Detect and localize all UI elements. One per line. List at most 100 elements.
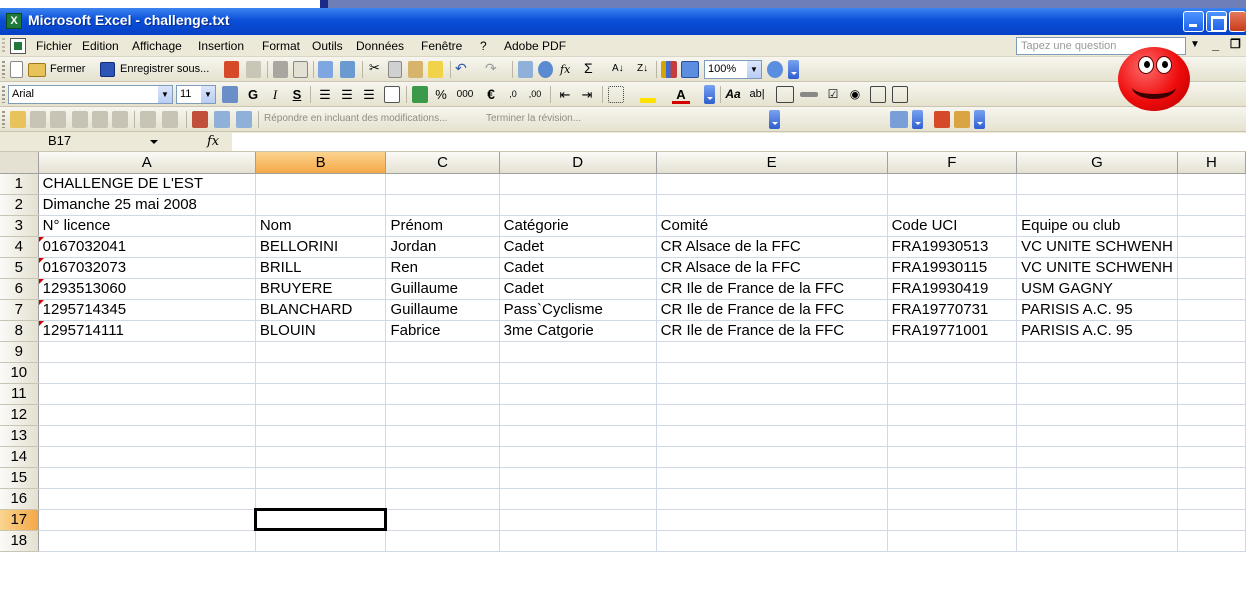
cell-h12[interactable] xyxy=(1177,404,1246,426)
row-header[interactable]: 5 xyxy=(0,257,39,279)
cell-b11[interactable] xyxy=(255,383,387,405)
accept-changes-icon[interactable] xyxy=(162,111,178,128)
cell-g10[interactable] xyxy=(1016,362,1178,384)
cell-f9[interactable] xyxy=(887,341,1018,363)
cell-c3[interactable]: Prénom xyxy=(385,215,500,237)
cell-d16[interactable] xyxy=(499,488,657,510)
bold-button[interactable]: G xyxy=(244,86,262,103)
cell-h15[interactable] xyxy=(1177,467,1246,489)
form-checkbox-icon[interactable]: ☑ xyxy=(824,86,842,103)
cell-h6[interactable] xyxy=(1177,278,1246,300)
toolbar-options-icon[interactable] xyxy=(788,60,799,79)
row-header[interactable]: 8 xyxy=(0,320,39,342)
cell-d1[interactable] xyxy=(499,173,657,195)
cell-g12[interactable] xyxy=(1016,404,1178,426)
menu-fichier[interactable]: Fichier xyxy=(36,39,72,53)
minimize-icon[interactable] xyxy=(1183,11,1204,32)
cell-c2[interactable] xyxy=(385,194,500,216)
cell-g14[interactable] xyxy=(1016,446,1178,468)
cell-d17[interactable] xyxy=(499,509,657,531)
cell-b2[interactable] xyxy=(255,194,387,216)
row-header[interactable]: 17 xyxy=(0,509,39,531)
align-left-icon[interactable]: ☰ xyxy=(316,86,334,103)
cell-a17[interactable] xyxy=(38,509,256,531)
cell-c8[interactable]: Fabrice xyxy=(385,320,500,342)
cell-e1[interactable] xyxy=(656,173,888,195)
cell-e13[interactable] xyxy=(656,425,888,447)
workbook-minimize-icon[interactable]: _ xyxy=(1212,37,1219,52)
cell-h8[interactable] xyxy=(1177,320,1246,342)
web-icon[interactable] xyxy=(538,61,553,78)
close-icon[interactable] xyxy=(1229,11,1246,32)
new-comment-icon[interactable] xyxy=(10,111,26,128)
cell-a11[interactable] xyxy=(38,383,256,405)
cell-h5[interactable] xyxy=(1177,257,1246,279)
form-radio-icon[interactable]: ◉ xyxy=(846,86,864,103)
row-header[interactable]: 13 xyxy=(0,425,39,447)
undo-icon[interactable]: ↶ xyxy=(455,60,467,77)
cell-e2[interactable] xyxy=(656,194,888,216)
print-icon[interactable] xyxy=(273,61,288,78)
cell-d2[interactable] xyxy=(499,194,657,216)
cell-b13[interactable] xyxy=(255,425,387,447)
cell-d14[interactable] xyxy=(499,446,657,468)
row-header[interactable]: 12 xyxy=(0,404,39,426)
cell-c5[interactable]: Ren xyxy=(385,257,500,279)
cell-d6[interactable]: Cadet xyxy=(499,278,657,300)
cell-e16[interactable] xyxy=(656,488,888,510)
cell-d13[interactable] xyxy=(499,425,657,447)
zoom-dropdown-icon[interactable]: ▼ xyxy=(747,61,761,78)
pdf-more-options-icon[interactable] xyxy=(974,110,985,129)
previous-comment-icon[interactable] xyxy=(30,111,46,128)
row-header[interactable]: 18 xyxy=(0,530,39,552)
cell-h10[interactable] xyxy=(1177,362,1246,384)
autosum-icon[interactable]: Σ xyxy=(584,60,593,76)
cell-f1[interactable] xyxy=(887,173,1018,195)
format-toolbar-options-icon[interactable] xyxy=(704,85,715,104)
row-header[interactable]: 10 xyxy=(0,362,39,384)
cell-e3[interactable]: Comité xyxy=(656,215,888,237)
cell-a12[interactable] xyxy=(38,404,256,426)
cell-b16[interactable] xyxy=(255,488,387,510)
cell-d18[interactable] xyxy=(499,530,657,552)
pdf-toolbar-options-icon[interactable] xyxy=(912,110,923,129)
menu-fenetre[interactable]: Fenêtre xyxy=(421,39,462,53)
cell-g15[interactable] xyxy=(1016,467,1178,489)
cell-d4[interactable]: Cadet xyxy=(499,236,657,258)
reply-with-changes-icon[interactable] xyxy=(214,111,230,128)
align-right-icon[interactable]: ☰ xyxy=(360,86,378,103)
cell-a9[interactable] xyxy=(38,341,256,363)
show-comment-icon[interactable] xyxy=(72,111,88,128)
cell-e8[interactable]: CR Ile de France de la FFC xyxy=(656,320,888,342)
font-color-icon[interactable]: A xyxy=(672,86,690,104)
review-toolbar-options-icon[interactable] xyxy=(769,110,780,129)
column-header-f[interactable]: F xyxy=(887,152,1018,174)
cell-h9[interactable] xyxy=(1177,341,1246,363)
document-icon[interactable] xyxy=(10,38,26,54)
maximize-icon[interactable] xyxy=(1206,11,1227,32)
cell-g9[interactable] xyxy=(1016,341,1178,363)
cell-c9[interactable] xyxy=(385,341,500,363)
pdf-maker-icon[interactable] xyxy=(890,111,908,128)
cell-b8[interactable]: BLOUIN xyxy=(255,320,387,342)
row-header[interactable]: 7 xyxy=(0,299,39,321)
form-textbox-icon[interactable]: ab| xyxy=(748,86,766,103)
print-preview-icon[interactable] xyxy=(293,61,308,78)
cell-f7[interactable]: FRA19770731 xyxy=(887,299,1018,321)
cell-h13[interactable] xyxy=(1177,425,1246,447)
cell-h7[interactable] xyxy=(1177,299,1246,321)
font-dropdown-icon[interactable]: ▼ xyxy=(158,86,172,103)
cell-e18[interactable] xyxy=(656,530,888,552)
cell-e4[interactable]: CR Alsace de la FFC xyxy=(656,236,888,258)
spreadsheet-grid[interactable]: ABCDEFGH 1 CHALLENGE DE L'EST 2 Dimanche 25… xyxy=(0,152,1246,597)
cell-b14[interactable] xyxy=(255,446,387,468)
show-all-comments-icon[interactable] xyxy=(92,111,108,128)
end-review-button[interactable]: Terminer la révision... xyxy=(486,113,581,124)
column-header-c[interactable]: C xyxy=(385,152,500,174)
cell-d7[interactable]: Pass`Cyclisme xyxy=(499,299,657,321)
decrease-indent-icon[interactable]: ⇤ xyxy=(556,86,574,103)
cell-c1[interactable] xyxy=(385,173,500,195)
cell-c13[interactable] xyxy=(385,425,500,447)
increase-decimal-icon[interactable]: ,0 xyxy=(504,86,522,103)
insert-function-icon[interactable]: fx xyxy=(560,63,570,76)
